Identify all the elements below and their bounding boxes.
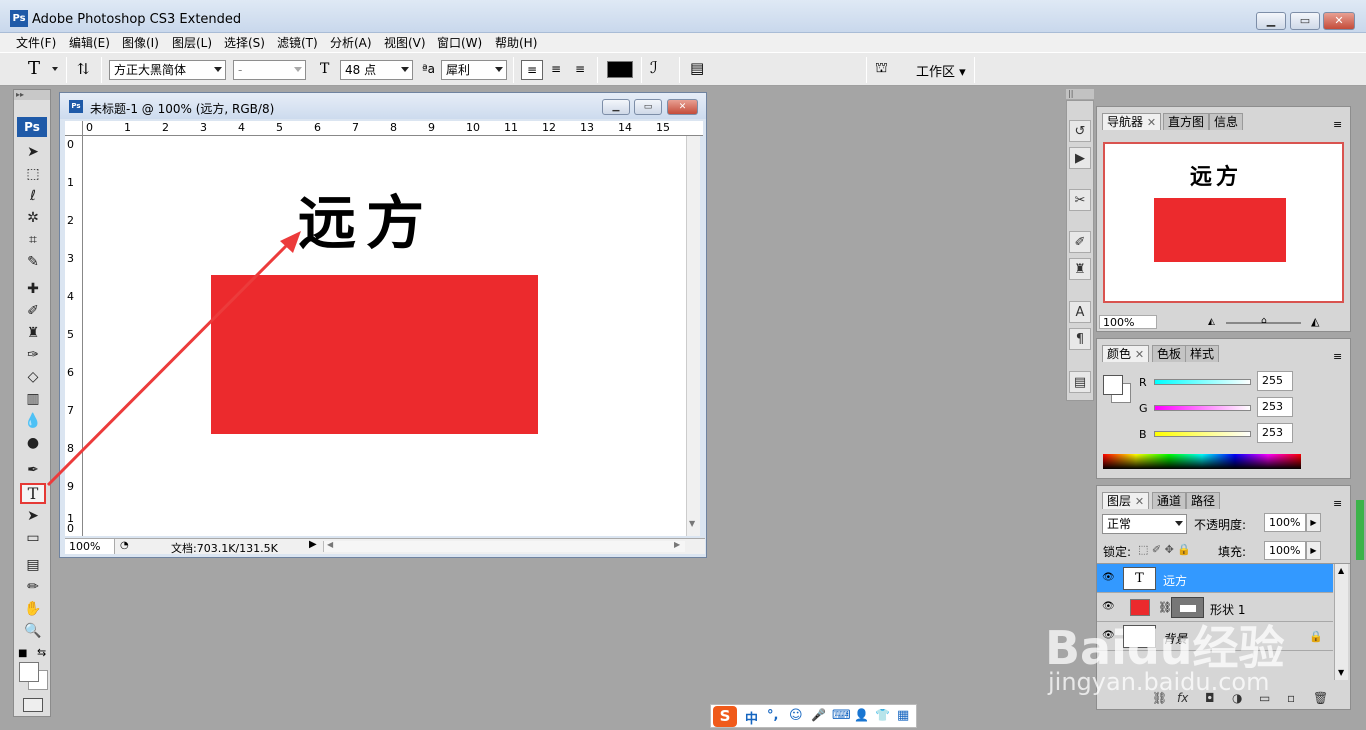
channel-g-slider[interactable] [1154,405,1251,411]
channel-g-label: G [1139,402,1148,415]
navigator-panel: 导航器 ✕ 直方图 信息 ≡ 远方 100% ◭ ⌂ ◭ [1096,106,1351,332]
ime-emoji-icon[interactable]: ☺ [789,708,803,723]
visibility-eye-icon[interactable]: 👁 [1102,572,1115,583]
brushes-panel-icon[interactable]: ✐ [1069,231,1091,253]
layers-panel-menu-icon[interactable]: ≡ [1333,497,1342,510]
lock-label: 锁定: [1103,545,1132,559]
opacity-arrow-icon[interactable]: ▶ [1306,513,1321,532]
tab-paths[interactable]: 路径 [1186,492,1221,509]
tab-info[interactable]: 信息 [1209,113,1244,130]
color-fg-swatch[interactable] [1103,375,1123,395]
color-spectrum-ramp[interactable] [1103,454,1301,469]
tab-styles[interactable]: 样式 [1185,345,1220,362]
paragraph-panel-icon[interactable]: ¶ [1069,328,1091,350]
ime-chinese-mode[interactable]: 中 [745,708,758,727]
lock-icons[interactable]: ⬚ ✐ ✥ 🔒 [1138,543,1191,556]
navigator-preview[interactable]: 远方 [1103,142,1344,303]
dock-header[interactable]: || [1066,89,1094,99]
ime-toolbar: S 中 °, ☺ 🎤 ⌨ 👤 👕 ▦ [710,704,917,728]
layer-row[interactable]: 👁 T 远方 [1097,564,1333,593]
history-panel-icon[interactable]: ↺ [1069,120,1091,142]
tab-swatches[interactable]: 色板 [1152,345,1187,362]
clone-source-icon[interactable]: ♜ [1069,258,1091,280]
navigator-preview-shape [1154,198,1286,262]
visibility-eye-icon[interactable]: 👁 [1102,601,1115,612]
zoom-out-icon[interactable]: ◭ [1208,317,1215,327]
new-layer-icon[interactable]: ▫ [1287,691,1295,705]
ime-voice-icon[interactable]: 🎤 [811,708,826,722]
channel-g-value[interactable]: 253 [1257,397,1293,417]
zoom-in-icon[interactable]: ◭ [1311,315,1319,328]
ime-punctuation-icon[interactable]: °, [767,708,778,723]
color-panel: 颜色 ✕ 色板 样式 ≡ R 255 G 253 B 253 [1096,338,1351,479]
channel-b-value[interactable]: 253 [1257,423,1293,443]
channel-b-slider[interactable] [1154,431,1251,437]
text-layer-thumbnail-icon: T [1123,567,1156,590]
tab-navigator[interactable]: 导航器 ✕ [1102,113,1162,130]
tab-histogram[interactable]: 直方图 [1163,113,1210,130]
lock-icon: 🔒 [1309,630,1323,643]
sogou-logo-icon[interactable]: S [713,706,737,727]
channel-r-slider[interactable] [1154,379,1251,385]
layers-scrollbar[interactable]: ▲ ▼ [1334,564,1348,680]
blend-mode-select[interactable]: 正常 [1102,514,1187,534]
opacity-label: 不透明度: [1194,518,1247,532]
tool-presets-icon[interactable]: ✂ [1069,189,1091,211]
navigator-preview-text: 远方 [1190,165,1243,190]
ime-user-icon[interactable]: 👤 [854,708,869,722]
ime-toolbox-icon[interactable]: ▦ [897,708,909,723]
delete-layer-icon[interactable]: 🗑 [1313,691,1328,705]
color-panel-menu-icon[interactable]: ≡ [1333,350,1342,363]
channel-b-label: B [1139,428,1147,441]
baidu-watermark-url: jingyan.baidu.com [1048,668,1270,696]
character-panel-dock-icon[interactable]: A [1069,301,1091,323]
layer-comps-icon[interactable]: ▤ [1069,371,1091,393]
channel-r-label: R [1139,376,1147,389]
side-scroll-indicator[interactable] [1356,500,1364,560]
zoom-slider-handle[interactable]: ⌂ [1261,316,1267,326]
panel-menu-icon[interactable]: ≡ [1333,118,1342,131]
ime-skin-icon[interactable]: 👕 [875,708,890,722]
actions-panel-icon[interactable]: ▶ [1069,147,1091,169]
layer-name[interactable]: 远方 [1163,572,1187,589]
tab-channels[interactable]: 通道 [1152,492,1187,509]
tab-layers[interactable]: 图层 ✕ [1102,492,1150,509]
panel-dock: ↺ ▶ ✂ ✐ ♜ A ¶ ▤ [1066,100,1094,401]
fill-arrow-icon[interactable]: ▶ [1306,541,1321,560]
navigator-zoom-field[interactable]: 100% [1099,315,1157,329]
fill-label: 填充: [1218,545,1247,559]
channel-r-value[interactable]: 255 [1257,371,1293,391]
fill-field[interactable]: 100% [1264,541,1306,560]
tab-color[interactable]: 颜色 ✕ [1102,345,1150,362]
ime-keyboard-icon[interactable]: ⌨ [832,708,851,723]
opacity-field[interactable]: 100% [1264,513,1306,532]
